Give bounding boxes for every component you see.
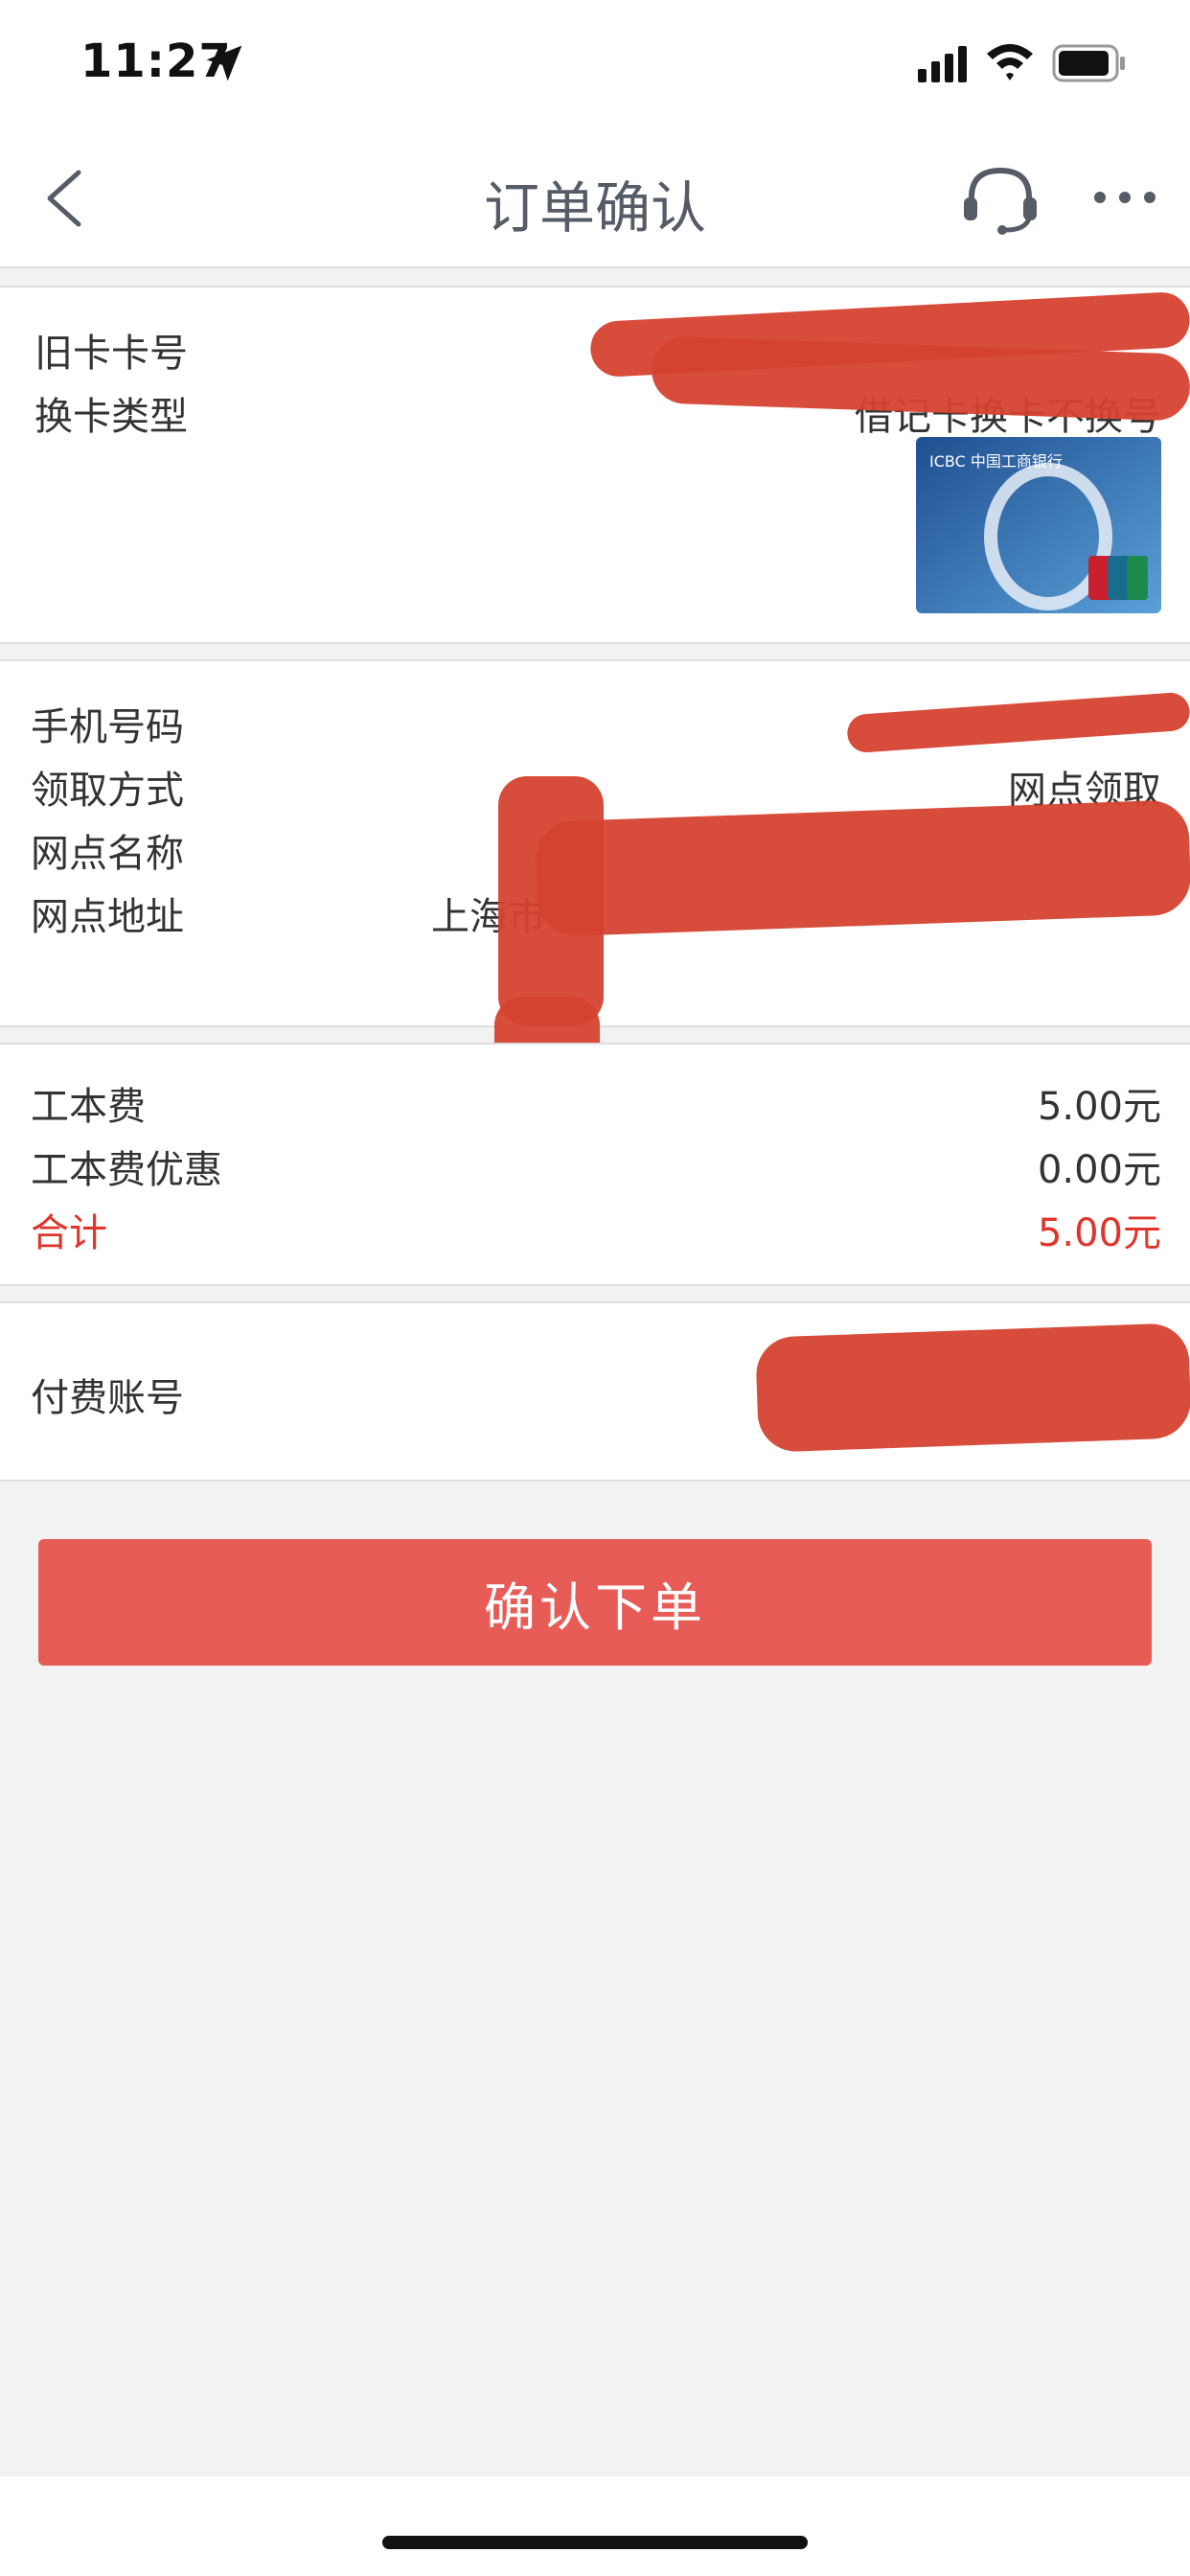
fee-discount-label: 工本费优惠 xyxy=(31,1148,222,1192)
phone-number-label: 手机号码 xyxy=(31,705,184,749)
branch-address-label: 网点地址 xyxy=(31,895,184,939)
card-image: ICBC 中国工商银行 xyxy=(916,437,1161,613)
pickup-info-section: 手机号码 领取方式 网点领取 网点名称 网点地址 上海市 xyxy=(0,659,1190,1027)
fee-label: 工本费 xyxy=(31,1085,146,1129)
top-bar: 11:27 订单确认 xyxy=(0,0,1190,268)
old-card-number-label: 旧卡卡号 xyxy=(34,332,188,376)
branch-name-label: 网点名称 xyxy=(31,832,184,876)
card-type-label: 换卡类型 xyxy=(34,395,188,439)
total-label: 合计 xyxy=(31,1211,107,1255)
fee-section: 工本费 5.00元 工本费优惠 0.00元 合计 5.00元 xyxy=(0,1043,1190,1286)
redaction-mark xyxy=(498,776,604,1025)
fee-discount-value: 0.00元 xyxy=(1037,1148,1161,1192)
total-value: 5.00元 xyxy=(1037,1211,1161,1255)
customer-service-headset-icon[interactable] xyxy=(962,163,1039,236)
confirm-order-button[interactable]: 确认下单 xyxy=(38,1539,1152,1666)
card-info-section: 旧卡卡号 换卡类型 借记卡换卡不换号 ICBC 中国工商银行 xyxy=(0,286,1190,644)
redaction-mark xyxy=(755,1322,1190,1453)
location-arrow-icon xyxy=(206,45,242,81)
more-options-icon[interactable] xyxy=(1092,188,1157,207)
card-bank-name: ICBC 中国工商银行 xyxy=(929,452,1063,471)
pickup-method-label: 领取方式 xyxy=(31,769,184,813)
fee-value: 5.00元 xyxy=(1037,1085,1161,1129)
redaction-mark xyxy=(535,799,1190,937)
cellular-signal-icon xyxy=(918,46,967,82)
redaction-mark xyxy=(846,691,1190,754)
wifi-icon xyxy=(987,44,1033,80)
payment-account-section[interactable]: 付费账号 xyxy=(0,1301,1190,1482)
home-indicator[interactable] xyxy=(382,2536,808,2549)
battery-icon xyxy=(1052,44,1125,82)
home-indicator-area xyxy=(0,2476,1190,2576)
payment-account-label: 付费账号 xyxy=(31,1376,184,1420)
